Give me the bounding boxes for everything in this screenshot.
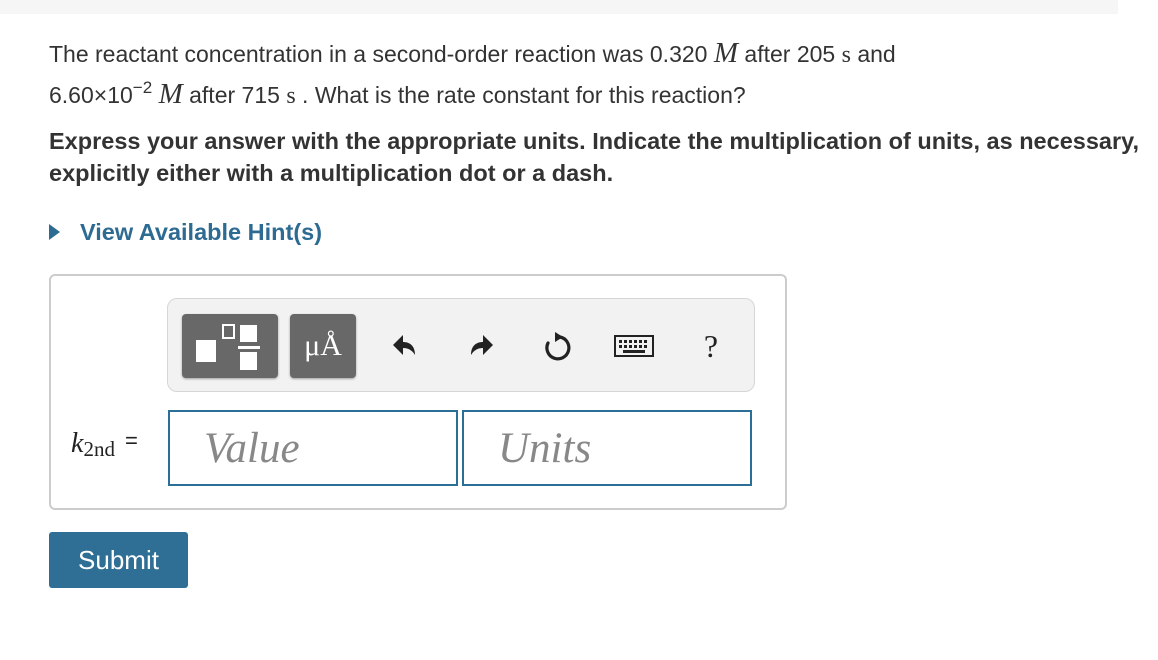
- math-toolbar: μÅ ?: [167, 298, 755, 392]
- units-button[interactable]: μÅ: [290, 314, 356, 378]
- help-icon: ?: [703, 328, 719, 364]
- keyboard-button[interactable]: [612, 329, 656, 363]
- view-hints-toggle[interactable]: View Available Hint(s): [49, 215, 322, 249]
- unit-seconds-2: s: [286, 83, 296, 109]
- molar-symbol-2: M: [158, 78, 183, 110]
- unit-seconds: s: [841, 42, 851, 68]
- fraction-template-icon: [196, 324, 260, 370]
- redo-button[interactable]: [464, 329, 498, 363]
- top-strip: [0, 0, 1118, 14]
- reset-button[interactable]: [540, 329, 574, 363]
- help-button[interactable]: ?: [694, 329, 728, 363]
- answer-box: μÅ ? k2nd = Value Units: [49, 274, 787, 510]
- molar-symbol: M: [713, 37, 739, 69]
- view-hints-link[interactable]: View Available Hint(s): [80, 219, 322, 246]
- redo-icon: [471, 335, 493, 355]
- variable-subscript: 2nd: [83, 437, 115, 461]
- templates-button[interactable]: [182, 314, 278, 378]
- undo-icon: [393, 335, 415, 355]
- units-input[interactable]: [462, 410, 752, 486]
- submit-button[interactable]: Submit: [49, 532, 188, 588]
- keyboard-icon: [614, 335, 654, 357]
- value-input[interactable]: [168, 410, 458, 486]
- equals-sign: =: [124, 428, 138, 453]
- units-button-label: μÅ: [304, 329, 342, 362]
- exponent: −2: [132, 78, 153, 97]
- question-text: The reactant concentration in a second-o…: [49, 37, 896, 110]
- undo-button[interactable]: [388, 329, 422, 363]
- instruction-text: Express your answer with the appropriate…: [49, 128, 1139, 186]
- caret-right-icon: [49, 224, 60, 240]
- reset-icon: [545, 332, 571, 361]
- variable-label: k2nd =: [71, 428, 138, 461]
